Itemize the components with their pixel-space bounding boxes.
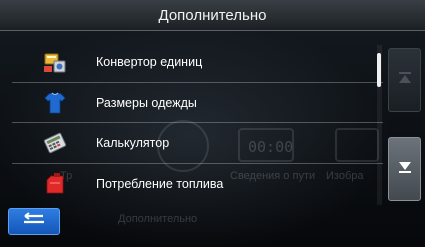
page-title-bar: Дополнительно <box>0 0 425 31</box>
menu-item-label: Конвертор единиц <box>96 55 203 69</box>
menu-item-label: Размеры одежды <box>96 95 197 110</box>
calculator-icon <box>42 130 68 156</box>
background-extra-label: Дополнительно <box>118 213 198 225</box>
scrollbar-thumb[interactable] <box>377 53 381 87</box>
fuel-consumption-icon <box>42 171 68 197</box>
scroll-down-button[interactable] <box>388 137 421 201</box>
back-button[interactable] <box>8 208 60 235</box>
arrow-up-icon <box>398 71 412 89</box>
menu-item-label: Калькулятор <box>96 136 170 150</box>
back-arrow-icon <box>21 212 47 231</box>
clothing-sizes-icon <box>42 90 68 116</box>
scrollbar[interactable] <box>377 45 382 205</box>
menu-item-calculator[interactable]: Калькулятор <box>12 123 383 164</box>
menu-item-clothing-sizes[interactable]: Размеры одежды <box>12 83 383 123</box>
menu-item-unit-converter[interactable]: Конвертор единиц <box>12 42 383 83</box>
unit-converter-icon <box>42 49 68 75</box>
menu-list: Конвертор единиц Размеры одежды Калькуля… <box>12 42 383 204</box>
scroll-up-button[interactable] <box>388 48 421 112</box>
menu-item-fuel-consumption[interactable]: Потребление топлива <box>12 164 383 205</box>
arrow-down-icon <box>398 160 412 178</box>
menu-item-label: Потребление топлива <box>96 176 224 191</box>
page-title: Дополнительно <box>158 7 267 24</box>
